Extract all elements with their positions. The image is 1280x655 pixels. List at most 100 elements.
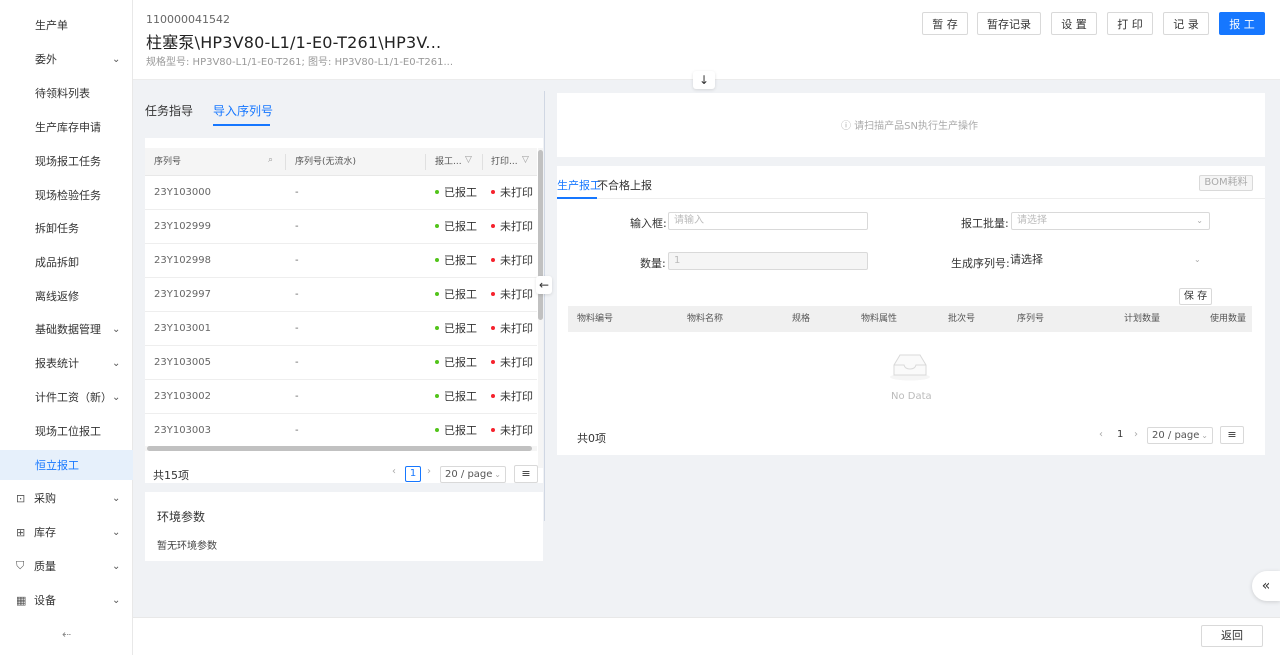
table-row[interactable]: 23Y102997 - 已报工 未打印 xyxy=(145,278,537,312)
save-button[interactable]: 保 存 xyxy=(1179,288,1212,305)
sidebar-item[interactable]: 离线返修 xyxy=(0,281,133,311)
generate-serial-select[interactable]: 请选择 xyxy=(1010,251,1043,267)
prev-page-icon[interactable]: ‹ xyxy=(392,466,396,477)
sidebar-item-label: 离线返修 xyxy=(35,290,79,303)
report-button[interactable]: 报 工 xyxy=(1219,12,1265,35)
page-size-value: 20 / page xyxy=(1152,430,1200,441)
vertical-scrollbar[interactable] xyxy=(538,148,543,468)
sidebar-item[interactable]: 待领料列表 xyxy=(0,78,133,108)
sidebar-item[interactable]: 委外 ⌄ xyxy=(0,44,133,74)
expand-down-icon[interactable]: ↓ xyxy=(693,71,715,89)
cell-serial-text: 23Y102998 xyxy=(154,255,212,266)
sidebar-item[interactable]: 计件工资（新） ⌄ xyxy=(0,382,133,412)
page-size-select[interactable]: 20 / page ⌄ xyxy=(1147,427,1213,444)
stash-button[interactable]: 暂 存 xyxy=(922,12,968,35)
table-row[interactable]: 23Y103000 - 已报工 未打印 xyxy=(145,176,537,210)
back-button[interactable]: 返回 xyxy=(1201,625,1263,647)
material-table-header: 物料编号 物料名称 规格 物料属性 批次号 序列号 计划数量 使用数量 xyxy=(568,306,1252,332)
scrollbar-thumb[interactable] xyxy=(538,150,543,320)
pagination-total: 共0项 xyxy=(577,432,606,445)
cell-report-status: 已报工 xyxy=(435,244,477,278)
report-panel: 生产报工 不合格上报 BOM耗料 输入框: 请输入 报工批量: 请选择 ⌄ 数量:… xyxy=(557,166,1265,455)
settings-button[interactable]: 设 置 xyxy=(1051,12,1097,35)
table-row[interactable]: 23Y102998 - 已报工 未打印 xyxy=(145,244,537,278)
sidebar-item[interactable]: 成品拆卸 xyxy=(0,247,133,277)
table-row[interactable]: 23Y103002 - 已报工 未打印 xyxy=(145,380,537,414)
sidebar-item[interactable]: 基础数据管理 ⌄ xyxy=(0,314,133,344)
bom-consumption-button[interactable]: BOM耗料 xyxy=(1199,175,1253,191)
chevron-down-icon: ⌄ xyxy=(1194,255,1201,264)
sidebar-item[interactable]: 报表统计 ⌄ xyxy=(0,348,133,378)
stash-records-button[interactable]: 暂存记录 xyxy=(977,12,1041,35)
sidebar-item[interactable]: 现场工位报工 xyxy=(0,416,133,446)
cell-serial-no-flow: - xyxy=(295,176,299,210)
quantity-label: 数量: xyxy=(640,257,666,270)
table-row[interactable]: 23Y103005 - 已报工 未打印 xyxy=(145,346,537,380)
sidebar-item-label: 生产单 xyxy=(35,19,68,32)
page-size-value: 20 / page xyxy=(445,469,493,480)
cell-serial-no-flow-text: - xyxy=(295,357,299,368)
collapse-left-icon[interactable]: ← xyxy=(536,276,552,294)
sidebar-item[interactable]: 现场检验任务 xyxy=(0,180,133,210)
table-row[interactable]: 23Y102999 - 已报工 未打印 xyxy=(145,210,537,244)
cell-serial: 23Y103005 xyxy=(154,346,211,380)
cell-serial-no-flow-text: - xyxy=(295,255,299,266)
batch-placeholder: 请选择 xyxy=(1017,215,1047,226)
page-number-current[interactable]: 1 xyxy=(405,466,421,482)
quantity-input[interactable]: 1 xyxy=(668,252,868,270)
serial-table-header: 序列号 ⌕ 序列号(无流水) 报工... ▽ 打印... ▽ xyxy=(145,148,537,176)
column-settings-button[interactable]: ≡ xyxy=(1220,426,1244,444)
sidebar-item-label: 报表统计 xyxy=(35,357,79,370)
batch-select[interactable]: 请选择 ⌄ xyxy=(1011,212,1210,230)
panel-divider[interactable] xyxy=(544,91,545,521)
scrollbar-thumb[interactable] xyxy=(147,446,532,451)
sidebar-group[interactable]: ⊡ 采购 ⌄ xyxy=(0,483,133,513)
sidebar-collapse-icon[interactable]: ⇠ xyxy=(62,628,71,641)
page-title: 柱塞泵\HP3V80-L1/1-E0-T261\HP3V... xyxy=(146,33,442,52)
cell-print-status: 未打印 xyxy=(491,176,533,210)
batch-label: 报工批量: xyxy=(961,217,1009,230)
filter-icon[interactable]: ▽ xyxy=(465,155,472,165)
cell-report-status-text: 已报工 xyxy=(444,424,477,437)
tab-production-report[interactable]: 生产报工 xyxy=(557,177,601,193)
sidebar-item[interactable]: 现场报工任务 xyxy=(0,146,133,176)
cell-serial-no-flow-text: - xyxy=(295,289,299,300)
table-row[interactable]: 23Y103003 - 已报工 未打印 xyxy=(145,414,537,448)
sidebar-group[interactable]: ▦ 设备 ⌄ xyxy=(0,585,133,615)
page-number-current[interactable]: 1 xyxy=(1117,429,1123,440)
sidebar-item[interactable]: 生产库存申请 xyxy=(0,112,133,142)
page-size-select[interactable]: 20 / page ⌄ xyxy=(440,466,506,483)
cell-print-status-text: 未打印 xyxy=(500,356,533,369)
col-divider xyxy=(285,154,286,170)
tab-nonconforming-report[interactable]: 不合格上报 xyxy=(597,177,652,193)
env-params-empty: 暂无环境参数 xyxy=(157,541,217,552)
sidebar-item[interactable]: 拆卸任务 xyxy=(0,213,133,243)
next-page-icon[interactable]: › xyxy=(1134,429,1138,440)
next-page-icon[interactable]: › xyxy=(427,466,431,477)
tab-task-guide[interactable]: 任务指导 xyxy=(145,102,193,119)
sidebar-group[interactable]: ⊞ 库存 ⌄ xyxy=(0,517,133,547)
sidebar-item[interactable]: 生产单 xyxy=(0,10,133,40)
prev-page-icon[interactable]: ‹ xyxy=(1099,429,1103,440)
cell-print-status: 未打印 xyxy=(491,312,533,346)
column-settings-button[interactable]: ≡ xyxy=(514,465,538,483)
sidebar-item[interactable]: 恒立报工 xyxy=(0,450,133,480)
cell-report-status-text: 已报工 xyxy=(444,220,477,233)
sidebar-item-label: 成品拆卸 xyxy=(35,256,79,269)
tab-import-serial[interactable]: 导入序列号 xyxy=(213,102,273,119)
col-print-status: 打印... xyxy=(491,157,518,167)
sidebar-item-label: 基础数据管理 xyxy=(35,323,101,336)
horizontal-scrollbar[interactable] xyxy=(145,446,537,451)
filter-icon[interactable]: ▽ xyxy=(522,155,529,165)
table-row[interactable]: 23Y103001 - 已报工 未打印 xyxy=(145,312,537,346)
search-icon[interactable]: ⌕ xyxy=(268,155,273,165)
cell-serial-no-flow: - xyxy=(295,414,299,448)
cell-serial-text: 23Y103003 xyxy=(154,425,212,436)
records-button[interactable]: 记 录 xyxy=(1163,12,1209,35)
status-dot xyxy=(491,360,495,364)
print-button[interactable]: 打 印 xyxy=(1107,12,1153,35)
serial-table: 序列号 ⌕ 序列号(无流水) 报工... ▽ 打印... ▽ 23Y103000… xyxy=(145,138,543,483)
sidebar-group[interactable]: ⛉ 质量 ⌄ xyxy=(0,551,133,581)
input-field[interactable]: 请输入 xyxy=(668,212,868,230)
expand-panel-icon[interactable]: « xyxy=(1252,571,1280,601)
